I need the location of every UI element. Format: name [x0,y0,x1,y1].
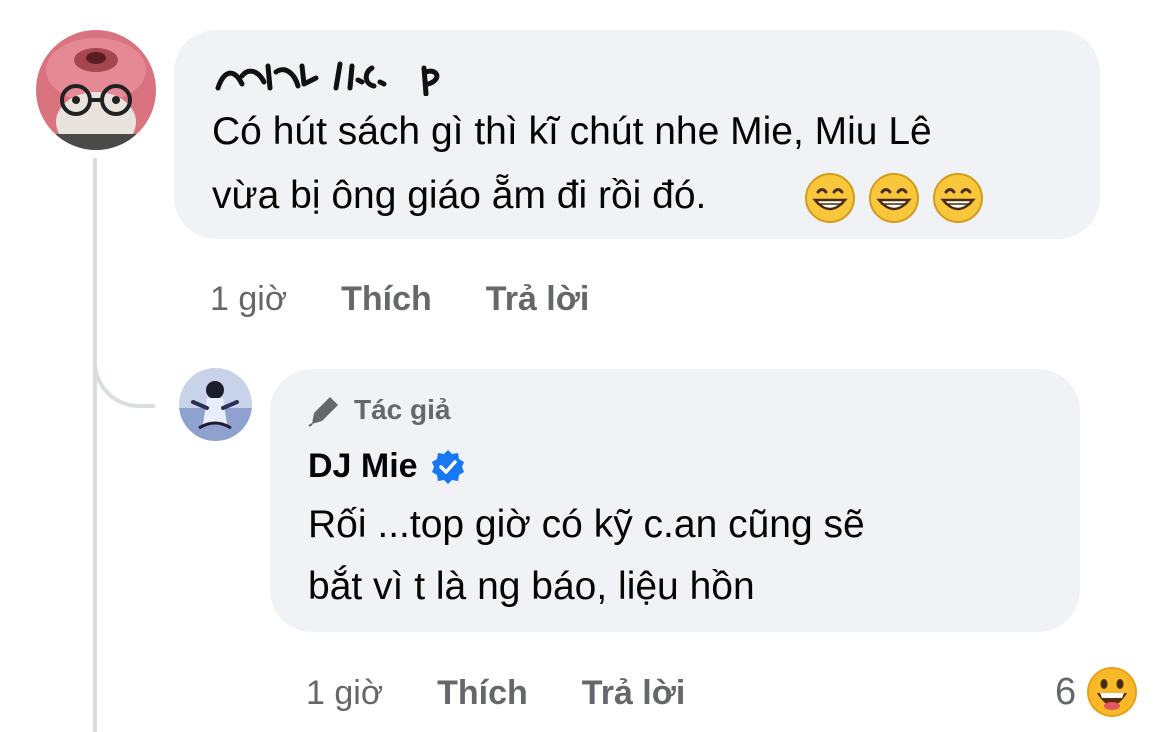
author-badge: Tác giả [308,393,450,427]
reply-actions: 1 giờ Thích Trả lời [306,674,685,713]
reply-timestamp[interactable]: 1 giờ [306,674,383,713]
pink-bear-avatar-image [36,30,156,150]
author-badge-label: Tác giả [354,394,451,425]
grinning-face-icon [805,173,855,223]
commenter-avatar[interactable] [36,30,156,150]
comment-text: bắt vì t là ng báo, liệu hồn [308,565,755,608]
author-name[interactable]: DJ Mie [308,447,466,486]
reaction-summary[interactable]: 6 [1055,666,1138,718]
comment-bubble: Có hút sách gì thì kĩ chút nhe Mie, Miu … [174,30,1100,239]
author-name-text[interactable]: DJ Mie [308,447,418,486]
reply-button[interactable]: Trả lời [582,674,686,713]
dj-mie-avatar-image [179,368,252,441]
reaction-count: 6 [1055,670,1077,713]
thread-line [93,158,97,732]
grinning-face-icon [869,173,919,223]
comment-text: Rối ...top giờ có kỹ c.an cũng sẽ [308,503,865,546]
emoji-row [804,172,984,224]
laughing-face-icon [1087,667,1138,717]
pen-icon [308,397,338,427]
like-button[interactable]: Thích [437,674,528,713]
reply-bubble: Tác giả DJ Mie Rối ...top giờ có kỹ c.an… [270,369,1080,632]
grinning-face-icon [933,173,983,223]
reply-button[interactable]: Trả lời [486,280,590,319]
author-avatar[interactable] [179,368,252,441]
comment-timestamp[interactable]: 1 giờ [210,280,287,319]
reply-connector [93,330,155,408]
comment-actions: 1 giờ Thích Trả lời [210,280,589,319]
like-button[interactable]: Thích [341,280,432,319]
verified-badge-icon [431,449,464,484]
redacted-author-name [215,61,440,96]
comment-text: Có hút sách gì thì kĩ chút nhe Mie, Miu … [212,110,932,153]
comment-text: vừa bị ông giáo ẵm đi rồi đó. [212,174,707,217]
